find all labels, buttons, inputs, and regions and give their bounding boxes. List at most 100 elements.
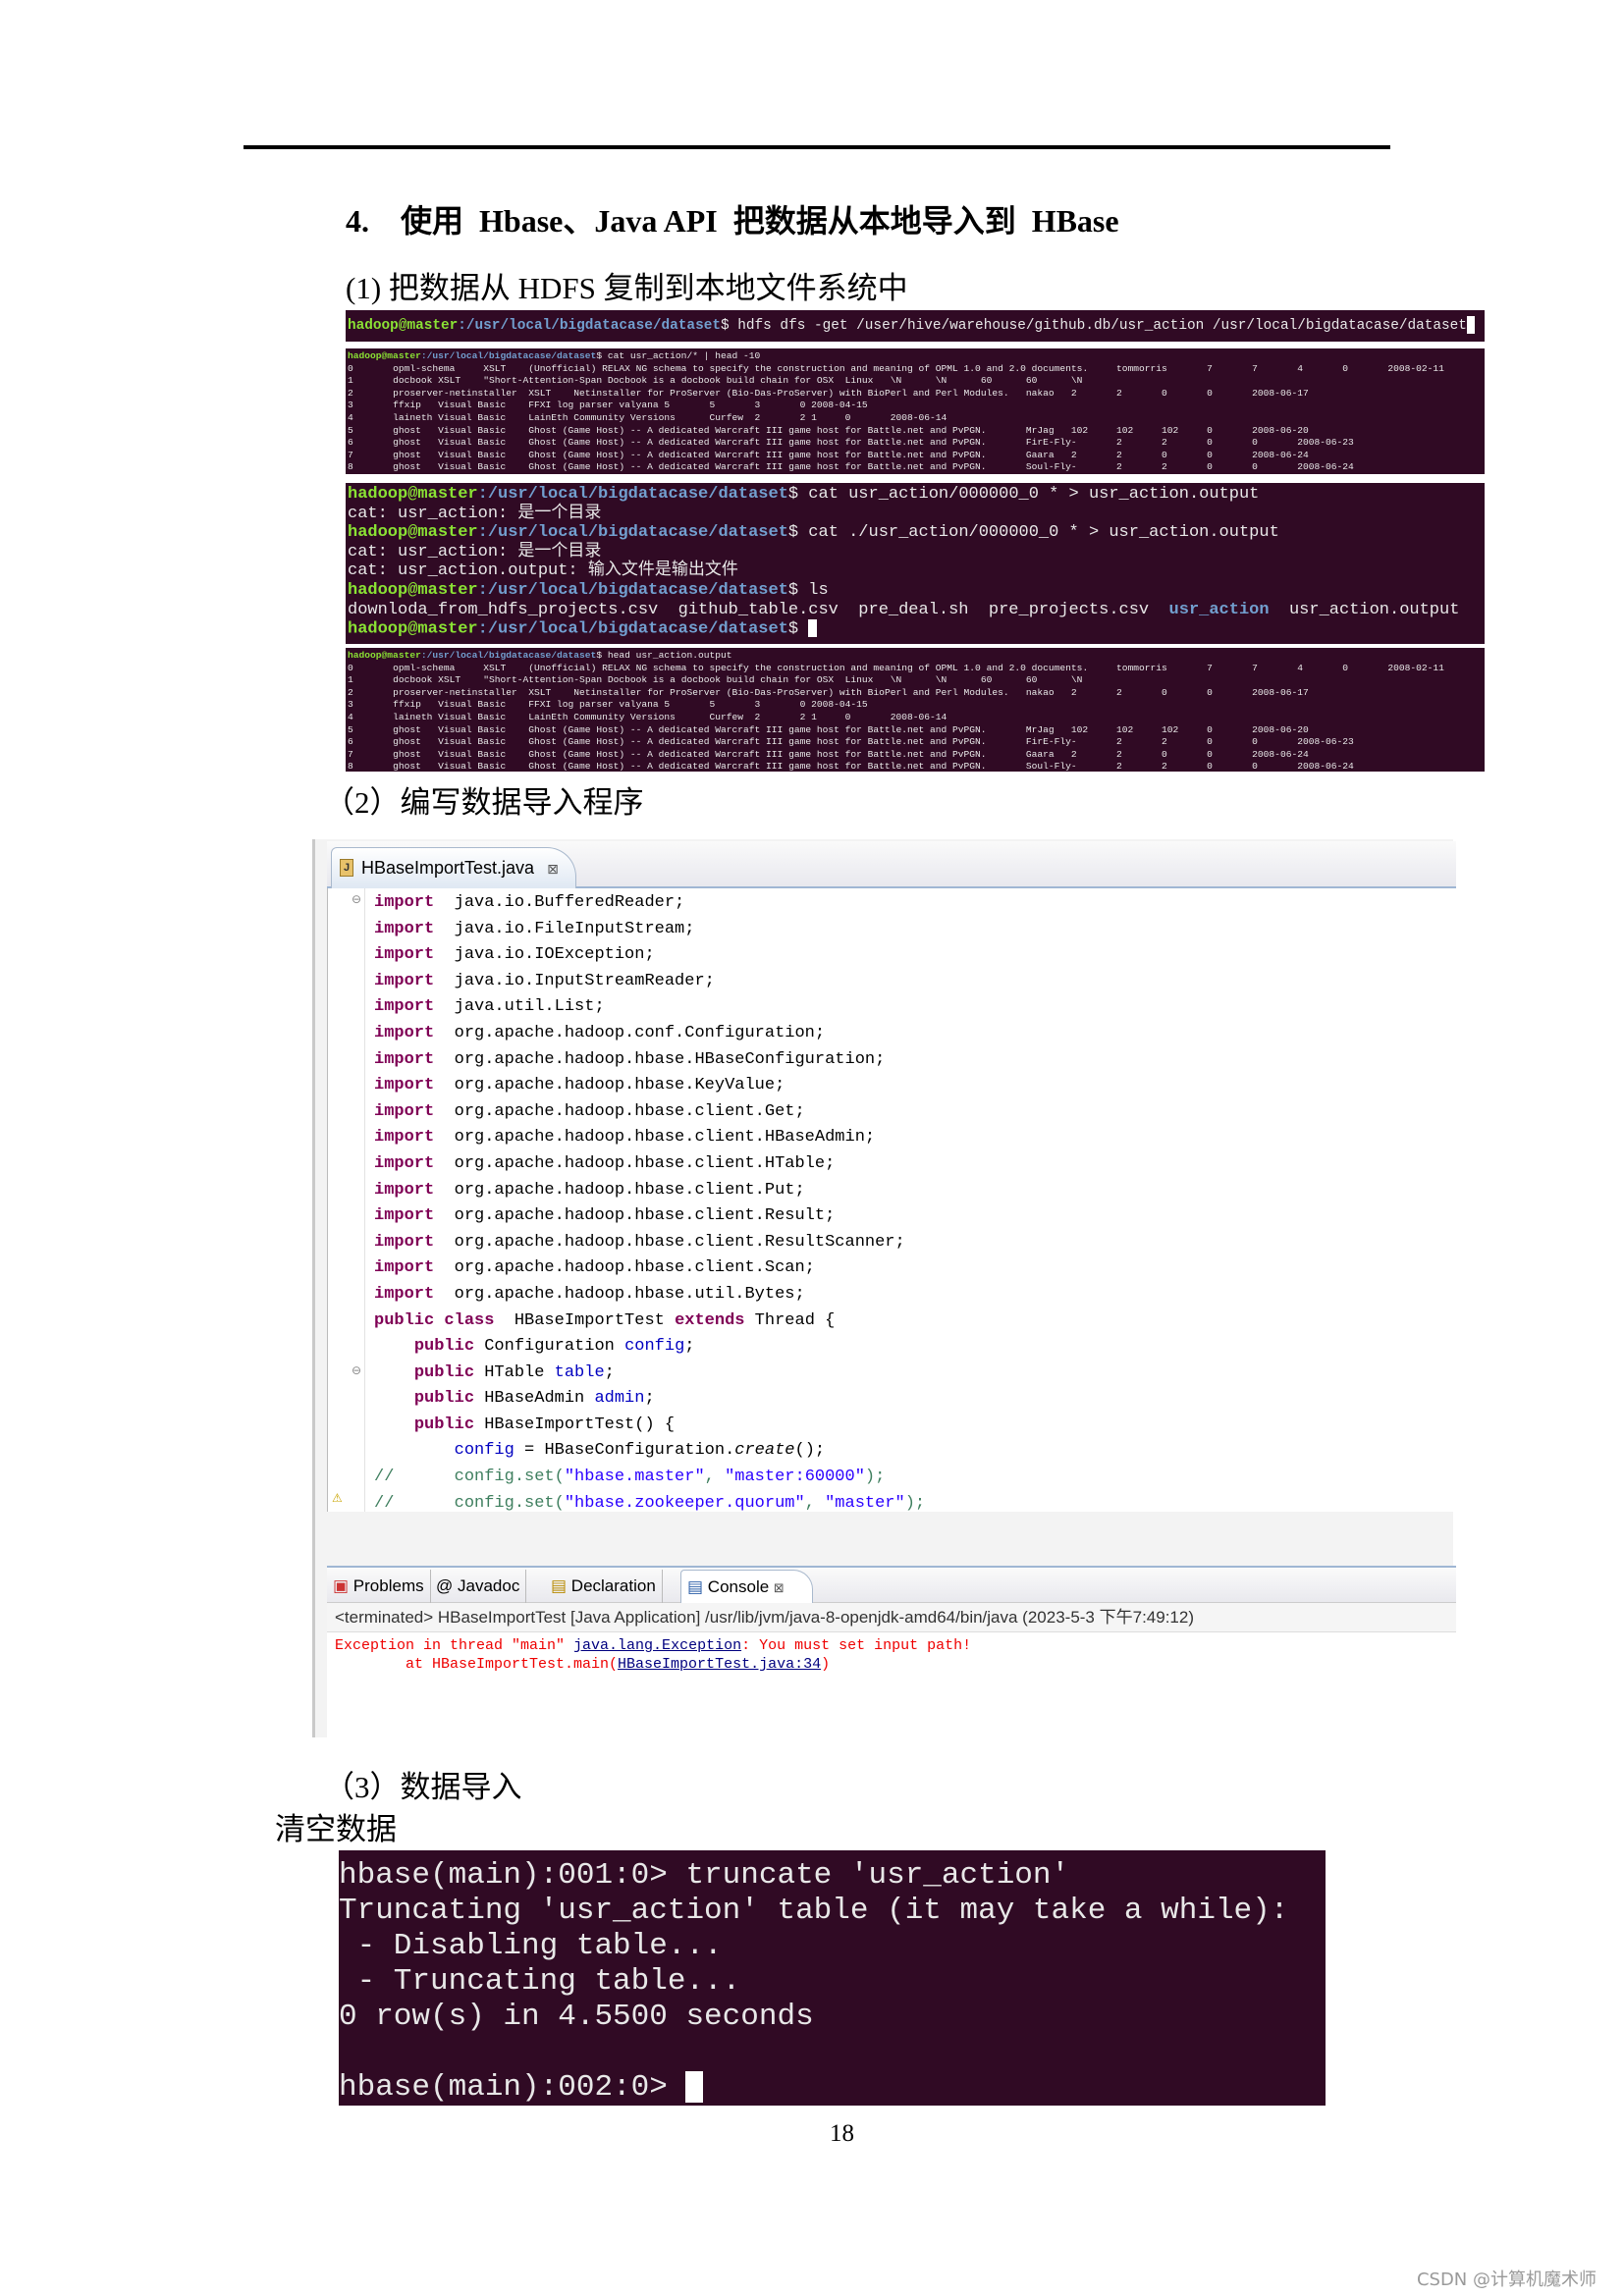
code-line: import org.apache.hadoop.conf.Configurat… (374, 1021, 1056, 1047)
code-token: public (413, 1415, 475, 1434)
terminal-line: hbase(main):002:0> (339, 2070, 686, 2105)
code-line: import java.io.FileInputStream; (374, 917, 1056, 943)
code-token: import (374, 1232, 435, 1252)
code-token: = HBaseConfiguration. (514, 1441, 735, 1461)
error-text: at HBaseImportTest.main( (335, 1656, 619, 1673)
tab-declaration[interactable]: ▤ Declaration (545, 1570, 663, 1604)
eclipse-window: J HBaseImportTest.java ⊠ ⊖ ⊖ ⚠ import ja… (312, 839, 1456, 1737)
stacktrace-link[interactable]: HBaseImportTest.java:34 (618, 1656, 821, 1673)
prompt-user: hadoop@master (348, 485, 478, 504)
code-line: import org.apache.hadoop.hbase.util.Byte… (374, 1282, 1056, 1308)
code-token: "hbase.master" (564, 1468, 705, 1487)
terminal-row: 3 ffxip Visual Basic FFXI log parser val… (348, 699, 868, 711)
code-token: import (374, 971, 435, 990)
close-icon[interactable]: ⊠ (774, 1580, 785, 1595)
code-token: org.apache.hadoop.hbase.HBaseConfigurati… (434, 1049, 886, 1069)
code-token: import (374, 1153, 435, 1173)
terminal-row: 6 ghost Visual Basic Ghost (Game Host) -… (348, 437, 1354, 449)
code-token: java.io.BufferedReader; (434, 893, 685, 912)
code-token: import (374, 1128, 435, 1148)
page-number: 18 (830, 2120, 854, 2147)
terminal-row: 2 proserver-netinstaller XSLT Netinstall… (348, 686, 1309, 698)
tab-javadoc[interactable]: @ Javadoc (430, 1570, 527, 1604)
output-line: cat: usr_action.output: 输入文件是输出文件 (348, 561, 738, 581)
code-token: HBaseImportTest (494, 1310, 676, 1330)
terminal-cat-output: hadoop@master:/usr/local/bigdatacase/dat… (346, 483, 1485, 644)
prompt-path: :/usr/local/bigdatacase/dataset (477, 619, 788, 639)
code-token: public (413, 1389, 475, 1409)
prompt-path: :/usr/local/bigdatacase/dataset (420, 350, 597, 361)
fold-icon[interactable]: ⊖ (352, 892, 361, 906)
terminal-line: 0 row(s) in 4.5500 seconds (339, 2000, 814, 2034)
prompt-path: :/usr/local/bigdatacase/dataset (420, 650, 597, 661)
section-heading: 4. 使用 Hbase、Java API 把数据从本地导入到 HBase (346, 203, 1119, 239)
close-icon[interactable]: ⊠ (547, 861, 559, 877)
code-token: java.io.InputStreamReader; (434, 971, 715, 990)
code-token: java.io.IOException; (434, 945, 655, 965)
console-panel: <terminated> HBaseImportTest [Java Appli… (327, 1603, 1456, 1737)
error-text: ) (821, 1656, 831, 1673)
clipped-line (339, 1850, 1326, 1858)
prompt-path: :/usr/local/bigdatacase/dataset (477, 485, 788, 504)
terminal-line: hbase(main):001:0> truncate 'usr_action' (339, 1858, 1070, 1893)
code-line: import org.apache.hadoop.hbase.client.HB… (374, 1125, 1056, 1151)
command: $ cat usr_action/000000_0 * > usr_action… (787, 485, 1260, 504)
editor-ruler: ⊖ ⊖ ⚠ (328, 888, 365, 1512)
code-token: java.io.FileInputStream; (434, 919, 695, 938)
tab-problems[interactable]: ▣ Problems (327, 1570, 431, 1604)
command: $ cat usr_action/* | head -10 (596, 350, 761, 361)
editor-tab[interactable]: J HBaseImportTest.java ⊠ (331, 847, 576, 888)
code-token: org.apache.hadoop.hbase.client.Get; (434, 1101, 805, 1121)
code-token: admin (594, 1389, 645, 1409)
code-token: config (454, 1441, 514, 1461)
code-token: import (374, 1076, 435, 1095)
terminal-row: 5 ghost Visual Basic Ghost (Game Host) -… (348, 424, 1309, 436)
code-line: import org.apache.hadoop.hbase.client.Re… (374, 1230, 1056, 1256)
code-token: // config.set( (374, 1468, 565, 1487)
code-line: import org.apache.hadoop.hbase.client.HT… (374, 1151, 1056, 1178)
header-rule (244, 145, 1390, 149)
code-line: import java.io.IOException; (374, 942, 1056, 969)
code-token: org.apache.hadoop.hbase.client.Put; (434, 1180, 805, 1200)
fold-icon[interactable]: ⊖ (352, 1363, 361, 1377)
code-line: config = HBaseConfiguration.create(); (374, 1438, 1056, 1465)
code-line: public Configuration config; (374, 1334, 1056, 1361)
terminal-row: 0 opml-schema XSLT (Unofficial) RELAX NG… (348, 362, 1444, 374)
terminal-row: 5 ghost Visual Basic Ghost (Game Host) -… (348, 723, 1309, 735)
terminal-line: - Disabling table... (339, 1929, 723, 1963)
tab-console[interactable]: ▤ Console ⊠ (680, 1570, 813, 1604)
code-line: import java.io.BufferedReader; (374, 890, 1056, 917)
source-code[interactable]: import java.io.BufferedReader; import jav… (374, 890, 1056, 1512)
code-editor[interactable]: ⊖ ⊖ ⚠ import java.io.BufferedReader; impo… (327, 888, 1456, 1512)
output-line: cat: usr_action: 是一个目录 (348, 542, 602, 561)
step-1-heading: (1) 把数据从 HDFS 复制到本地文件系统中 (346, 271, 908, 305)
code-line: // config.set("hbase.zookeeper.quorum", … (374, 1491, 1056, 1512)
code-line: import org.apache.hadoop.hbase.client.Ge… (374, 1099, 1056, 1126)
code-token: Thread { (744, 1310, 836, 1330)
terminal-row: 8 ghost Visual Basic Ghost (Game Host) -… (348, 761, 1354, 772)
terminal-hbase-truncate: hbase(main):001:0> truncate 'usr_action'… (339, 1850, 1326, 2106)
prompt-path: :/usr/local/bigdatacase/dataset (477, 580, 788, 600)
code-token: create (734, 1441, 795, 1461)
code-token: import (374, 1206, 435, 1226)
ls-files: downloda_from_hdfs_projects.csv github_t… (348, 600, 1169, 619)
code-token: ; (644, 1389, 655, 1409)
terminal-row: 1 docbook XSLT "Short-Attention-Span Doc… (348, 375, 1083, 387)
code-line: public HBaseImportTest() { (374, 1413, 1056, 1439)
prompt-user: hadoop@master (348, 619, 478, 639)
code-token: import (374, 1284, 435, 1304)
output-line: cat: usr_action: 是一个目录 (348, 504, 602, 523)
terminal-row: 6 ghost Visual Basic Ghost (Game Host) -… (348, 736, 1354, 748)
code-line: import org.apache.hadoop.hbase.client.Pu… (374, 1178, 1056, 1204)
code-line: import org.apache.hadoop.hbase.HBaseConf… (374, 1047, 1056, 1074)
cursor (685, 2070, 704, 2103)
exception-link[interactable]: java.lang.Exception (573, 1637, 741, 1654)
code-token: org.apache.hadoop.conf.Configuration; (434, 1023, 826, 1042)
code-line: public HBaseAdmin admin; (374, 1386, 1056, 1413)
code-line: import java.util.List; (374, 994, 1056, 1021)
declaration-icon: ▤ (551, 1576, 568, 1595)
ls-directory: usr_action (1168, 600, 1270, 619)
code-token: import (374, 1101, 435, 1121)
